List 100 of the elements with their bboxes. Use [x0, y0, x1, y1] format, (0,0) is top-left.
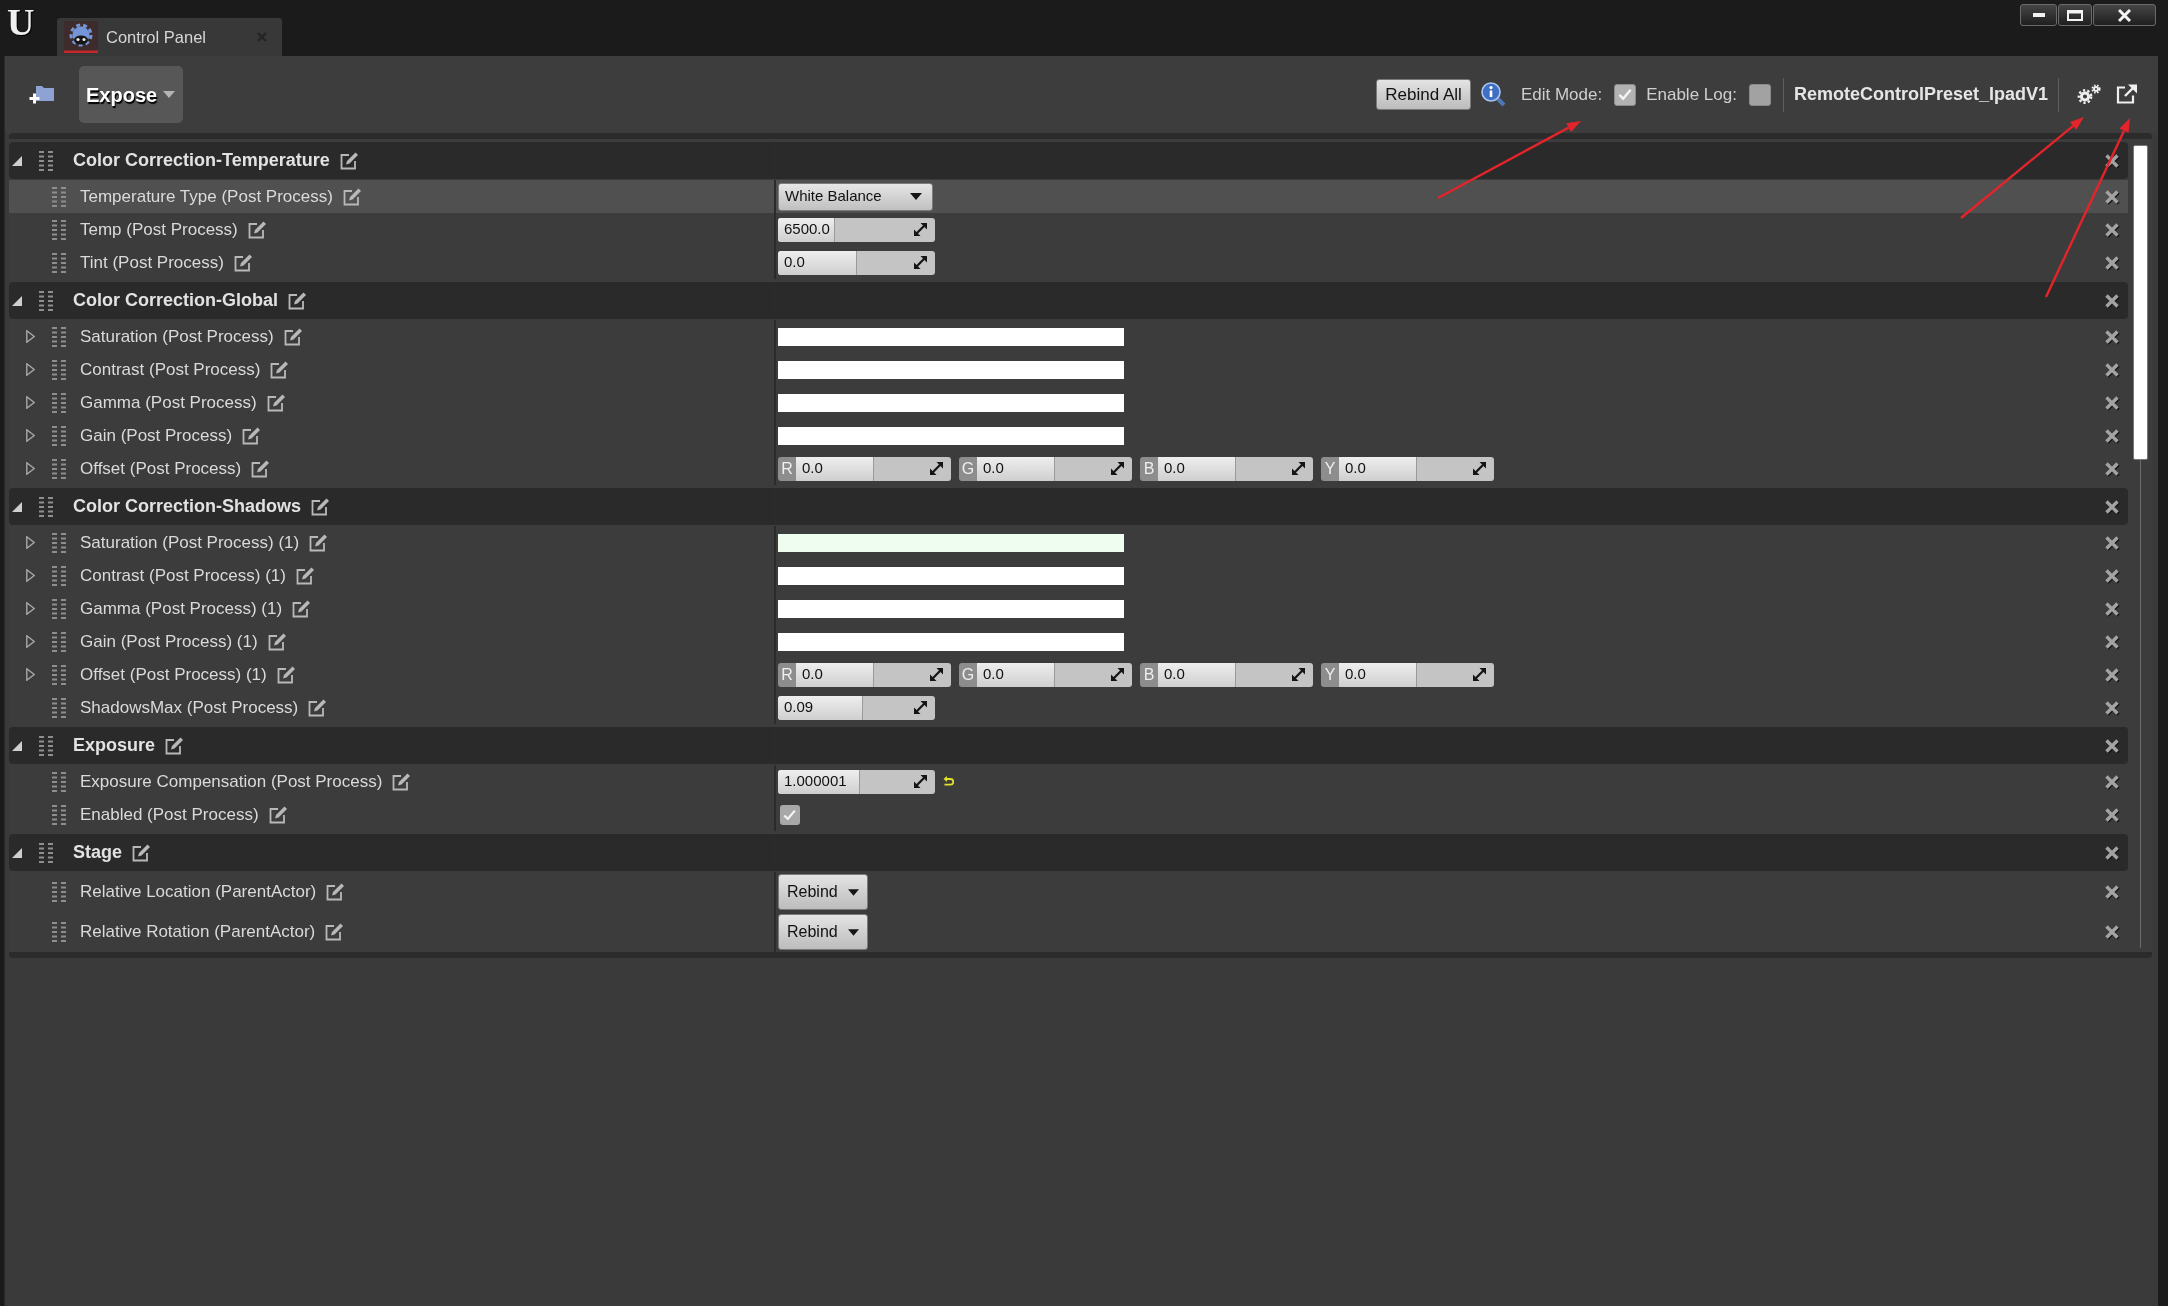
diagonal-arrows-icon[interactable] — [930, 462, 943, 475]
expander-triangle-icon[interactable] — [26, 462, 35, 475]
expander-triangle-icon[interactable] — [12, 155, 22, 166]
close-icon[interactable] — [2105, 738, 2119, 753]
expander-triangle-icon[interactable] — [26, 363, 35, 376]
expander-triangle-icon[interactable] — [12, 501, 22, 512]
number-field[interactable]: 0.0 — [1158, 662, 1313, 687]
edit-icon[interactable] — [308, 698, 329, 717]
expose-button[interactable]: Expose — [79, 66, 183, 123]
expander-triangle-icon[interactable] — [26, 396, 35, 409]
category-row[interactable]: Exposure — [9, 727, 2128, 764]
expander-triangle-icon[interactable] — [12, 740, 22, 751]
close-icon[interactable] — [2105, 601, 2119, 616]
close-icon[interactable] — [2105, 535, 2119, 550]
rebind-all-button[interactable]: Rebind All — [1376, 79, 1471, 110]
close-icon[interactable] — [2105, 461, 2119, 476]
color-swatch[interactable] — [778, 426, 1124, 445]
number-field[interactable]: 0.0 — [796, 662, 951, 687]
close-icon[interactable] — [2105, 293, 2119, 308]
diagonal-arrows-icon[interactable] — [914, 775, 927, 788]
edit-icon[interactable] — [233, 253, 254, 272]
edit-icon[interactable] — [242, 426, 263, 445]
edit-icon[interactable] — [247, 220, 268, 239]
number-field[interactable]: 0.0 — [977, 662, 1132, 687]
close-icon[interactable] — [2105, 255, 2119, 270]
diagonal-arrows-icon[interactable] — [914, 701, 927, 714]
maximize-button[interactable] — [2058, 4, 2092, 26]
category-row[interactable]: Color Correction-Temperature — [9, 142, 2128, 179]
scrollbar-thumb[interactable] — [2132, 145, 2148, 460]
diagonal-arrows-icon[interactable] — [1292, 462, 1305, 475]
drag-handle-icon[interactable] — [52, 532, 66, 553]
expander-triangle-icon[interactable] — [26, 602, 35, 615]
color-swatch[interactable] — [778, 599, 1124, 618]
expander-triangle-icon[interactable] — [26, 635, 35, 648]
drag-handle-icon[interactable] — [52, 882, 66, 902]
edit-icon[interactable] — [326, 883, 347, 901]
close-icon[interactable] — [2105, 222, 2119, 237]
expander-triangle-icon[interactable] — [26, 330, 35, 343]
rebind-button[interactable]: Rebind — [778, 874, 868, 910]
diagonal-arrows-icon[interactable] — [914, 223, 927, 236]
settings-icon[interactable] — [2077, 84, 2101, 105]
close-icon[interactable] — [2105, 329, 2119, 344]
close-icon[interactable] — [2105, 807, 2119, 822]
dropdown[interactable]: White Balance — [778, 182, 933, 211]
edit-icon[interactable] — [270, 360, 291, 379]
number-field[interactable]: 0.0 — [977, 456, 1132, 481]
number-field[interactable]: 0.09 — [778, 695, 935, 720]
edit-icon[interactable] — [311, 497, 331, 516]
number-field[interactable]: 0.0 — [1339, 662, 1494, 687]
close-icon[interactable] — [2105, 428, 2119, 443]
edit-icon[interactable] — [251, 459, 272, 478]
number-field[interactable]: 6500.0 — [778, 217, 935, 242]
color-swatch[interactable] — [778, 533, 1124, 552]
drag-handle-icon[interactable] — [52, 458, 66, 479]
drag-handle-icon[interactable] — [39, 735, 53, 756]
property-row[interactable]: Temperature Type (Post Process) White Balance — [9, 180, 2128, 213]
rebind-button[interactable]: Rebind — [778, 914, 868, 950]
tab[interactable]: Control Panel — [57, 18, 282, 56]
color-swatch[interactable] — [778, 632, 1124, 651]
color-swatch[interactable] — [778, 566, 1124, 585]
close-icon[interactable] — [2105, 667, 2119, 682]
edit-icon[interactable] — [288, 291, 308, 310]
color-swatch[interactable] — [778, 360, 1124, 379]
expander-triangle-icon[interactable] — [12, 295, 22, 306]
expander-triangle-icon[interactable] — [26, 569, 35, 582]
close-button[interactable] — [2093, 4, 2156, 26]
drag-handle-icon[interactable] — [52, 771, 66, 792]
drag-handle-icon[interactable] — [52, 664, 66, 685]
edit-icon[interactable] — [292, 599, 313, 618]
drag-handle-icon[interactable] — [39, 496, 53, 517]
checkbox[interactable] — [1748, 83, 1771, 106]
edit-icon[interactable] — [132, 843, 153, 862]
info-magnifier-icon[interactable] — [1480, 82, 1506, 107]
expander-triangle-icon[interactable] — [26, 429, 35, 442]
edit-icon[interactable] — [266, 393, 287, 412]
edit-icon[interactable] — [276, 665, 297, 684]
edit-icon[interactable] — [325, 923, 346, 941]
drag-handle-icon[interactable] — [52, 392, 66, 413]
close-icon[interactable] — [2105, 499, 2119, 514]
color-swatch[interactable] — [778, 393, 1124, 412]
close-icon[interactable] — [2105, 925, 2119, 939]
close-icon[interactable] — [2105, 700, 2119, 715]
close-icon[interactable] — [2105, 634, 2119, 649]
number-field[interactable]: 0.0 — [1339, 456, 1494, 481]
edit-icon[interactable] — [283, 327, 304, 346]
close-icon[interactable] — [2105, 885, 2119, 899]
drag-handle-icon[interactable] — [39, 150, 53, 171]
close-icon[interactable] — [2105, 153, 2119, 168]
close-icon[interactable] — [2105, 189, 2119, 204]
edit-icon[interactable] — [268, 805, 289, 824]
edit-icon[interactable] — [267, 632, 288, 651]
category-row[interactable]: Color Correction-Global — [9, 282, 2128, 319]
color-swatch[interactable] — [778, 327, 1124, 346]
folder-plus-icon[interactable] — [29, 84, 54, 105]
drag-handle-icon[interactable] — [52, 186, 66, 207]
edit-icon[interactable] — [309, 533, 330, 552]
diagonal-arrows-icon[interactable] — [914, 256, 927, 269]
close-icon[interactable] — [2105, 568, 2119, 583]
diagonal-arrows-icon[interactable] — [1111, 462, 1124, 475]
external-link-icon[interactable] — [2116, 84, 2138, 105]
